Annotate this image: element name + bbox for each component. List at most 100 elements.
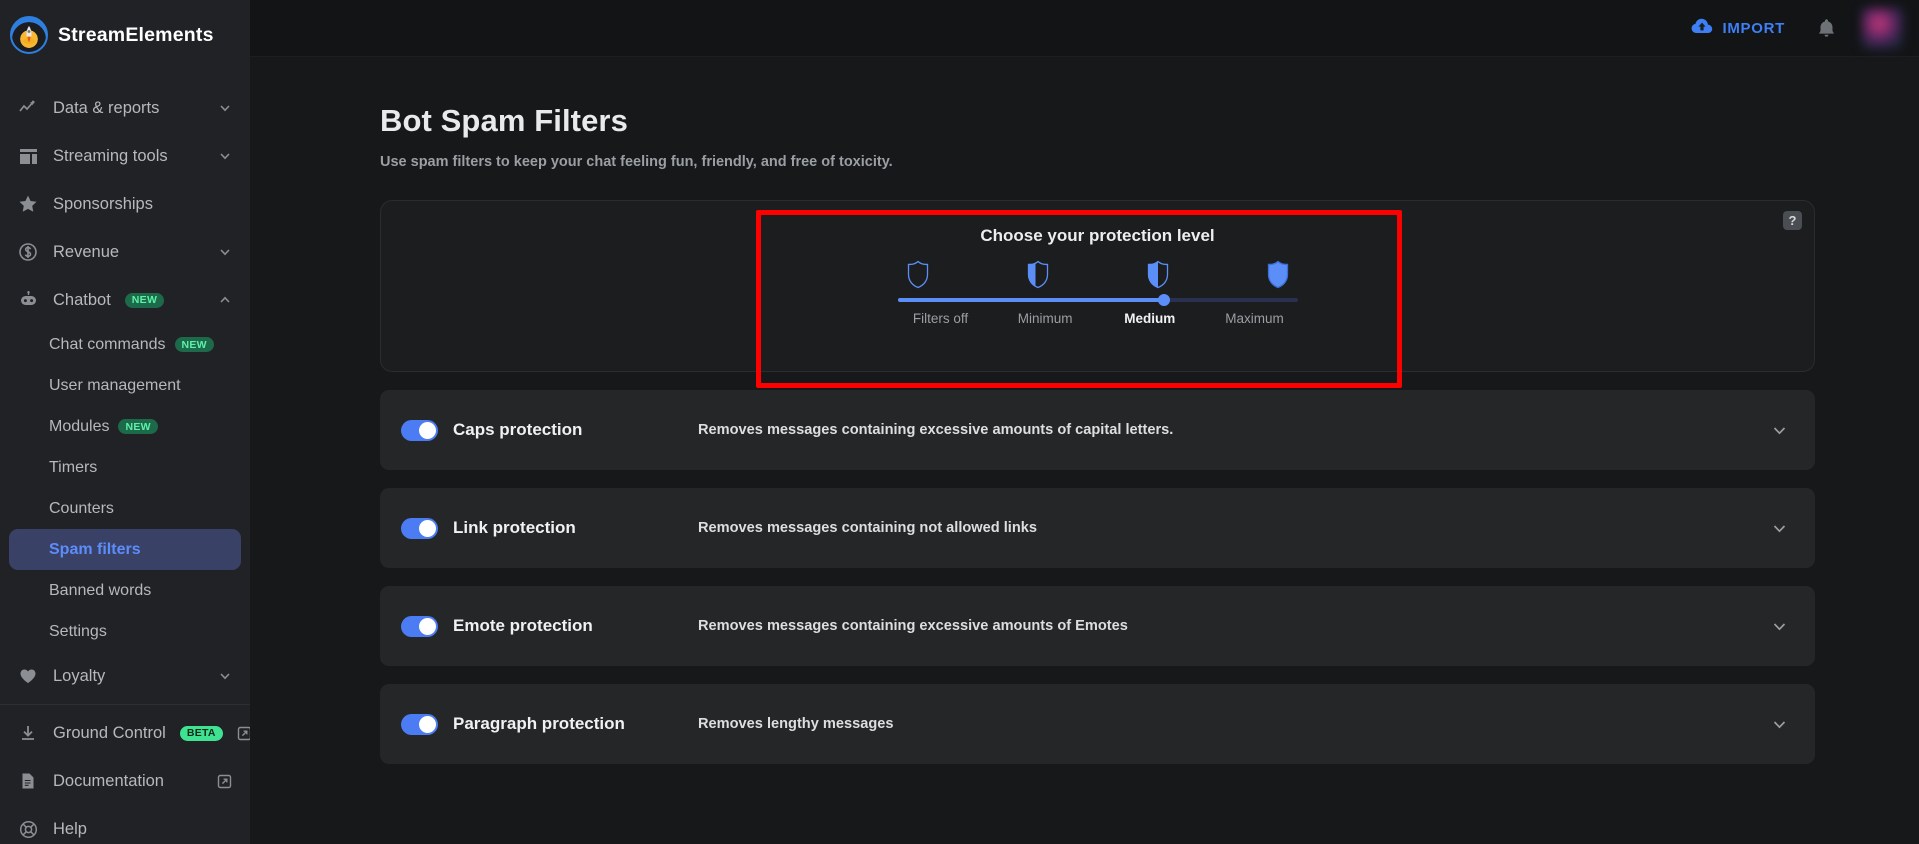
toggle-knob <box>419 715 436 733</box>
sidebar-nav: Data & reports Streaming tools Sponsorsh… <box>0 70 250 844</box>
protection-inner: Choose your protection level Filters off… <box>381 201 1814 326</box>
badge-new: NEW <box>118 419 158 434</box>
toggle-emote-protection[interactable] <box>401 615 438 637</box>
shield-level-1 <box>1018 260 1058 289</box>
filter-name: Emote protection <box>453 616 593 635</box>
slider-labels: Filters off Minimum Medium Maximum <box>889 311 1307 326</box>
shield-level-3 <box>1258 260 1298 289</box>
sidebar-item-sponsorships[interactable]: Sponsorships <box>0 180 250 228</box>
rocket-logo-icon <box>10 16 48 54</box>
filter-row-emote-protection[interactable]: Emote protection Removes messages contai… <box>380 586 1815 666</box>
sidebar-subitem-label: Settings <box>49 622 107 640</box>
toggle-knob <box>419 519 436 537</box>
download-icon <box>17 722 39 744</box>
external-link-icon[interactable] <box>237 726 250 741</box>
chevron-up-icon[interactable] <box>218 293 232 307</box>
sidebar-item-user-management[interactable]: User management <box>9 365 241 406</box>
sidebar-subitem-label: User management <box>49 376 181 394</box>
sidebar-item-label: Revenue <box>53 242 120 261</box>
chevron-down-icon[interactable] <box>218 669 232 683</box>
toggle-paragraph-protection[interactable] <box>401 713 438 735</box>
protection-level-slider[interactable]: Filters off Minimum Medium Maximum <box>897 294 1298 326</box>
external-link-icon[interactable] <box>217 774 232 789</box>
chevron-down-icon[interactable] <box>1771 716 1788 733</box>
slider-thumb[interactable] <box>1157 294 1170 306</box>
slider-label-minimum[interactable]: Minimum <box>993 311 1097 326</box>
chevron-down-icon[interactable] <box>218 245 232 259</box>
sidebar-subitem-label: Chat commands <box>49 335 166 353</box>
toggle-knob <box>419 617 436 635</box>
slider-track[interactable] <box>897 294 1298 306</box>
sidebar-subitem-label: Banned words <box>49 581 152 599</box>
filter-row-link-protection[interactable]: Link protection Removes messages contain… <box>380 488 1815 568</box>
import-button[interactable]: IMPORT <box>1681 11 1795 45</box>
star-icon <box>17 193 39 215</box>
sidebar-item-banned-words[interactable]: Banned words <box>9 570 241 611</box>
protection-title: Choose your protection level <box>980 226 1215 245</box>
sidebar-item-label: Chatbot <box>53 290 111 309</box>
sidebar-item-documentation[interactable]: Documentation <box>0 757 250 805</box>
toggle-caps-protection[interactable] <box>401 419 438 441</box>
filter-name: Paragraph protection <box>453 714 625 733</box>
filter-description: Removes lengthy messages <box>698 716 894 732</box>
shield-indicators <box>898 260 1298 289</box>
shield-level-0 <box>898 260 938 289</box>
notification-bell-icon[interactable] <box>1817 18 1836 39</box>
sidebar-item-loyalty[interactable]: Loyalty <box>0 652 250 700</box>
topbar: IMPORT <box>250 0 1919 57</box>
filter-row-paragraph-protection[interactable]: Paragraph protection Removes lengthy mes… <box>380 684 1815 764</box>
brand-header[interactable]: StreamElements <box>0 0 250 70</box>
toggle-knob <box>419 421 436 439</box>
sidebar-item-revenue[interactable]: Revenue <box>0 228 250 276</box>
stream-tools-icon <box>17 145 39 167</box>
toggle-link-protection[interactable] <box>401 517 438 539</box>
sidebar-subitem-label: Modules <box>49 417 110 435</box>
sidebar-item-help[interactable]: Help <box>0 805 250 844</box>
chevron-down-icon[interactable] <box>1771 618 1788 635</box>
sidebar-item-label: Documentation <box>53 771 164 790</box>
document-icon <box>17 770 39 792</box>
chevron-down-icon[interactable] <box>1771 422 1788 439</box>
analytics-icon <box>17 97 39 119</box>
filter-row-caps-protection[interactable]: Caps protection Removes messages contain… <box>380 390 1815 470</box>
sidebar-item-spam-filters[interactable]: Spam filters <box>9 529 241 570</box>
avatar[interactable] <box>1862 7 1903 49</box>
robot-icon <box>17 289 39 311</box>
import-label: IMPORT <box>1722 19 1785 37</box>
sidebar-item-counters[interactable]: Counters <box>9 488 241 529</box>
filter-description: Removes messages containing excessive am… <box>698 618 1128 634</box>
badge-new: NEW <box>174 337 214 352</box>
sidebar-item-streaming-tools[interactable]: Streaming tools <box>0 132 250 180</box>
sidebar-item-label: Loyalty <box>53 666 106 685</box>
sidebar-item-chatbot[interactable]: Chatbot NEW <box>0 276 250 324</box>
filter-name: Link protection <box>453 518 576 537</box>
sidebar-item-ground-control[interactable]: Ground Control BETA <box>0 709 250 757</box>
slider-label-filters-off[interactable]: Filters off <box>889 311 993 326</box>
chevron-down-icon[interactable] <box>1771 520 1788 537</box>
sidebar: StreamElements Data & reports Streaming … <box>0 0 250 844</box>
sidebar-item-modules[interactable]: Modules NEW <box>9 406 241 447</box>
page-title: Bot Spam Filters <box>380 103 628 138</box>
sidebar-item-settings[interactable]: Settings <box>9 611 241 652</box>
badge-beta: BETA <box>179 725 223 741</box>
chevron-down-icon[interactable] <box>218 101 232 115</box>
chevron-down-icon[interactable] <box>218 149 232 163</box>
slider-label-maximum[interactable]: Maximum <box>1202 311 1306 326</box>
filter-description: Removes messages containing not allowed … <box>698 520 1037 536</box>
sidebar-subitem-label: Timers <box>49 458 98 476</box>
sidebar-subitem-label: Counters <box>49 499 114 517</box>
shield-level-2 <box>1138 260 1178 289</box>
sidebar-item-label: Sponsorships <box>53 194 153 213</box>
sidebar-divider <box>0 704 250 705</box>
help-circle-icon <box>17 818 39 840</box>
heart-icon <box>17 665 39 687</box>
page-content: Bot Spam Filters Use spam filters to kee… <box>250 57 1919 764</box>
sidebar-item-label: Ground Control <box>53 723 166 742</box>
sidebar-item-chat-commands[interactable]: Chat commands NEW <box>9 324 241 365</box>
slider-label-medium[interactable]: Medium <box>1098 311 1202 326</box>
brand-name: StreamElements <box>58 23 214 46</box>
sidebar-item-data-reports[interactable]: Data & reports <box>0 84 250 132</box>
sidebar-item-label: Help <box>53 819 87 838</box>
sidebar-item-timers[interactable]: Timers <box>9 447 241 488</box>
protection-level-card: ? Choose your protection level Filters o… <box>380 200 1815 388</box>
